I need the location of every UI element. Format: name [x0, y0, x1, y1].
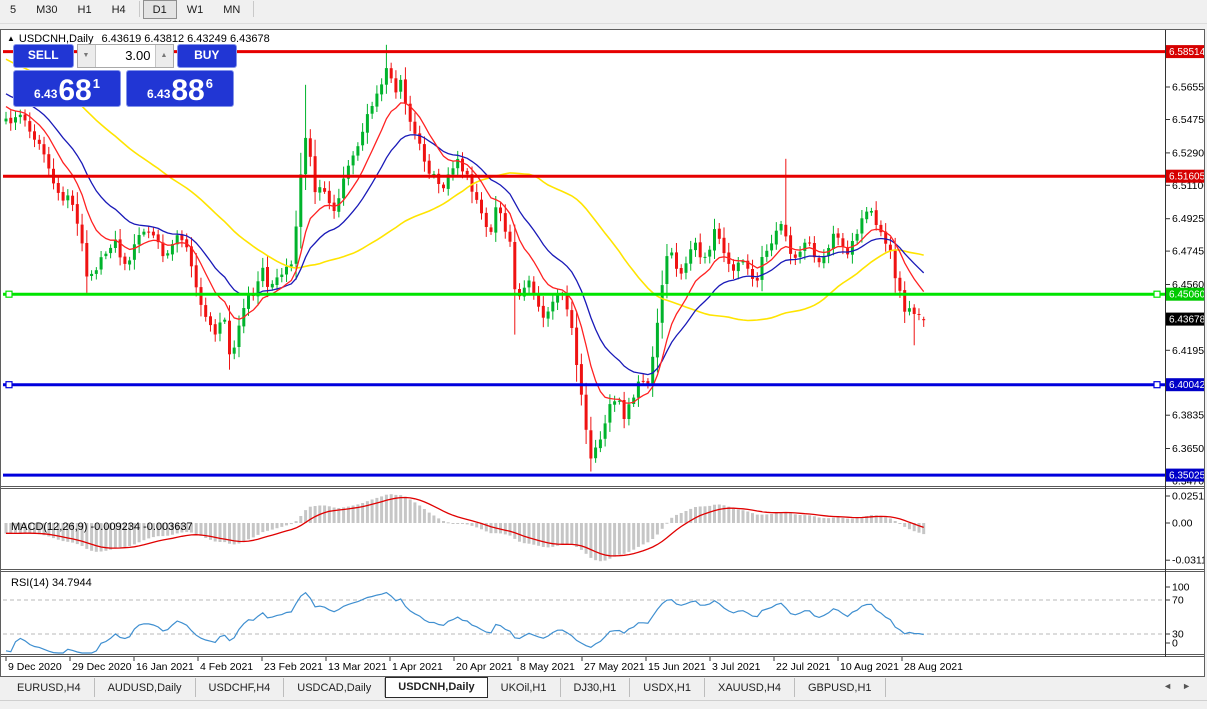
toolbar-separator: [253, 1, 254, 17]
tab-audusd-daily[interactable]: AUDUSD,Daily: [95, 678, 196, 697]
timeframe-button-w1[interactable]: W1: [177, 0, 214, 19]
svg-text:6.49250: 6.49250: [1172, 213, 1204, 225]
svg-text:6.40042: 6.40042: [1169, 380, 1204, 391]
svg-text:8 May 2021: 8 May 2021: [520, 661, 575, 673]
timeframe-button-h1[interactable]: H1: [68, 0, 102, 19]
volume-spinner: ▼ 3.00 ▲: [77, 44, 174, 68]
volume-down-icon[interactable]: ▼: [78, 45, 96, 67]
svg-text:6.43678: 6.43678: [1169, 315, 1204, 326]
svg-text:13 Mar 2021: 13 Mar 2021: [328, 661, 387, 673]
chart-window: MACD(12,26,9) -0.009234 -0.003637 0.02517…: [0, 29, 1205, 677]
svg-text:6.38350: 6.38350: [1172, 410, 1204, 422]
svg-text:6.58514: 6.58514: [1169, 47, 1204, 58]
hline-anchor[interactable]: [1154, 382, 1160, 388]
svg-text:4 Feb 2021: 4 Feb 2021: [200, 661, 253, 673]
tab-usdchf-h4[interactable]: USDCHF,H4: [196, 678, 285, 697]
svg-text:RSI(14) 34.7944: RSI(14) 34.7944: [11, 577, 92, 589]
hline-anchor[interactable]: [6, 291, 12, 297]
svg-text:6.47450: 6.47450: [1172, 246, 1204, 258]
volume-up-icon[interactable]: ▲: [155, 45, 173, 67]
svg-text:9 Dec 2020: 9 Dec 2020: [8, 661, 62, 673]
sell-button[interactable]: SELL: [13, 44, 74, 68]
svg-text:6.41950: 6.41950: [1172, 345, 1204, 357]
svg-text:100: 100: [1172, 582, 1190, 594]
svg-text:10 Aug 2021: 10 Aug 2021: [840, 661, 899, 673]
svg-text:6.52900: 6.52900: [1172, 147, 1204, 159]
svg-text:22 Jul 2021: 22 Jul 2021: [776, 661, 830, 673]
timeframe-button-mn[interactable]: MN: [213, 0, 250, 19]
sell-price-base: 6.43: [34, 87, 57, 101]
buy-price[interactable]: 6.43 88 6: [126, 70, 234, 107]
svg-text:29 Dec 2020: 29 Dec 2020: [72, 661, 132, 673]
tab-usdx-h1[interactable]: USDX,H1: [630, 678, 705, 697]
one-click-trading-panel: SELL ▼ 3.00 ▲ BUY 6.43 68 1 6.43 88 6: [13, 44, 237, 107]
tab-dj30-h1[interactable]: DJ30,H1: [561, 678, 631, 697]
svg-text:28 Aug 2021: 28 Aug 2021: [904, 661, 963, 673]
svg-text:0: 0: [1172, 638, 1178, 650]
hline-anchor[interactable]: [6, 382, 12, 388]
tab-usdcad-daily[interactable]: USDCAD,Daily: [284, 678, 385, 697]
timeframe-button-5[interactable]: 5: [0, 0, 26, 19]
svg-text:16 Jan 2021: 16 Jan 2021: [136, 661, 194, 673]
tab-xauusd-h4[interactable]: XAUUSD,H4: [705, 678, 795, 697]
sell-price-big: 68: [58, 77, 91, 105]
svg-text:6.36500: 6.36500: [1172, 443, 1204, 455]
svg-text:-0.031175: -0.031175: [1172, 555, 1204, 567]
toolbar-separator: [139, 1, 140, 17]
tab-eurusd-h4[interactable]: EURUSD,H4: [4, 678, 95, 697]
svg-text:0.00: 0.00: [1172, 518, 1193, 530]
mt4-terminal: 5M30H1H4 D1W1MN MACD(12,26,9) -0.009234 -…: [0, 0, 1207, 709]
svg-text:23 Feb 2021: 23 Feb 2021: [264, 661, 323, 673]
tab-ukoil-h1[interactable]: UKOil,H1: [488, 678, 561, 697]
tab-gbpusd-h1[interactable]: GBPUSD,H1: [795, 678, 886, 697]
svg-text:20 Apr 2021: 20 Apr 2021: [456, 661, 513, 673]
sell-price[interactable]: 6.43 68 1: [13, 70, 121, 107]
svg-text:6.45060: 6.45060: [1169, 290, 1204, 301]
buy-price-base: 6.43: [147, 87, 170, 101]
hline-anchor[interactable]: [1154, 291, 1160, 297]
buy-price-big: 88: [171, 77, 204, 105]
svg-text:0.02517: 0.02517: [1172, 491, 1204, 503]
svg-text:6.54750: 6.54750: [1172, 114, 1204, 126]
svg-text:MACD(12,26,9) -0.009234 -0.003: MACD(12,26,9) -0.009234 -0.003637: [11, 521, 193, 533]
tabs-scroll-left-icon[interactable]: ◄: [1163, 681, 1182, 691]
svg-text:15 Jun 2021: 15 Jun 2021: [648, 661, 706, 673]
status-bar: [0, 700, 1207, 709]
chart-tabs-bar: EURUSD,H4AUDUSD,DailyUSDCHF,H4USDCAD,Dai…: [0, 677, 1207, 700]
price-chart: MACD(12,26,9) -0.009234 -0.003637 0.02517…: [1, 30, 1204, 676]
timeframe-button-d1[interactable]: D1: [143, 0, 177, 19]
svg-text:1 Apr 2021: 1 Apr 2021: [392, 661, 443, 673]
svg-text:6.56550: 6.56550: [1172, 82, 1204, 94]
timeframe-button-m30[interactable]: M30: [26, 0, 67, 19]
timeframe-toolbar: 5M30H1H4 D1W1MN: [0, 0, 1207, 24]
svg-text:6.51605: 6.51605: [1169, 172, 1204, 183]
buy-price-sup: 6: [206, 76, 213, 91]
collapse-triangle-icon[interactable]: ▲: [7, 34, 15, 43]
volume-input[interactable]: 3.00: [96, 45, 155, 67]
chart-background: [1, 30, 1204, 676]
svg-text:27 May 2021: 27 May 2021: [584, 661, 645, 673]
svg-text:3 Jul 2021: 3 Jul 2021: [712, 661, 761, 673]
tabs-scroll-right-icon[interactable]: ►: [1182, 681, 1201, 691]
sell-price-sup: 1: [93, 76, 100, 91]
svg-text:70: 70: [1172, 595, 1184, 607]
buy-button[interactable]: BUY: [177, 44, 238, 68]
svg-text:6.35025: 6.35025: [1169, 471, 1204, 482]
timeframe-button-h4[interactable]: H4: [102, 0, 136, 19]
tab-usdcnh-daily[interactable]: USDCNH,Daily: [385, 677, 487, 698]
